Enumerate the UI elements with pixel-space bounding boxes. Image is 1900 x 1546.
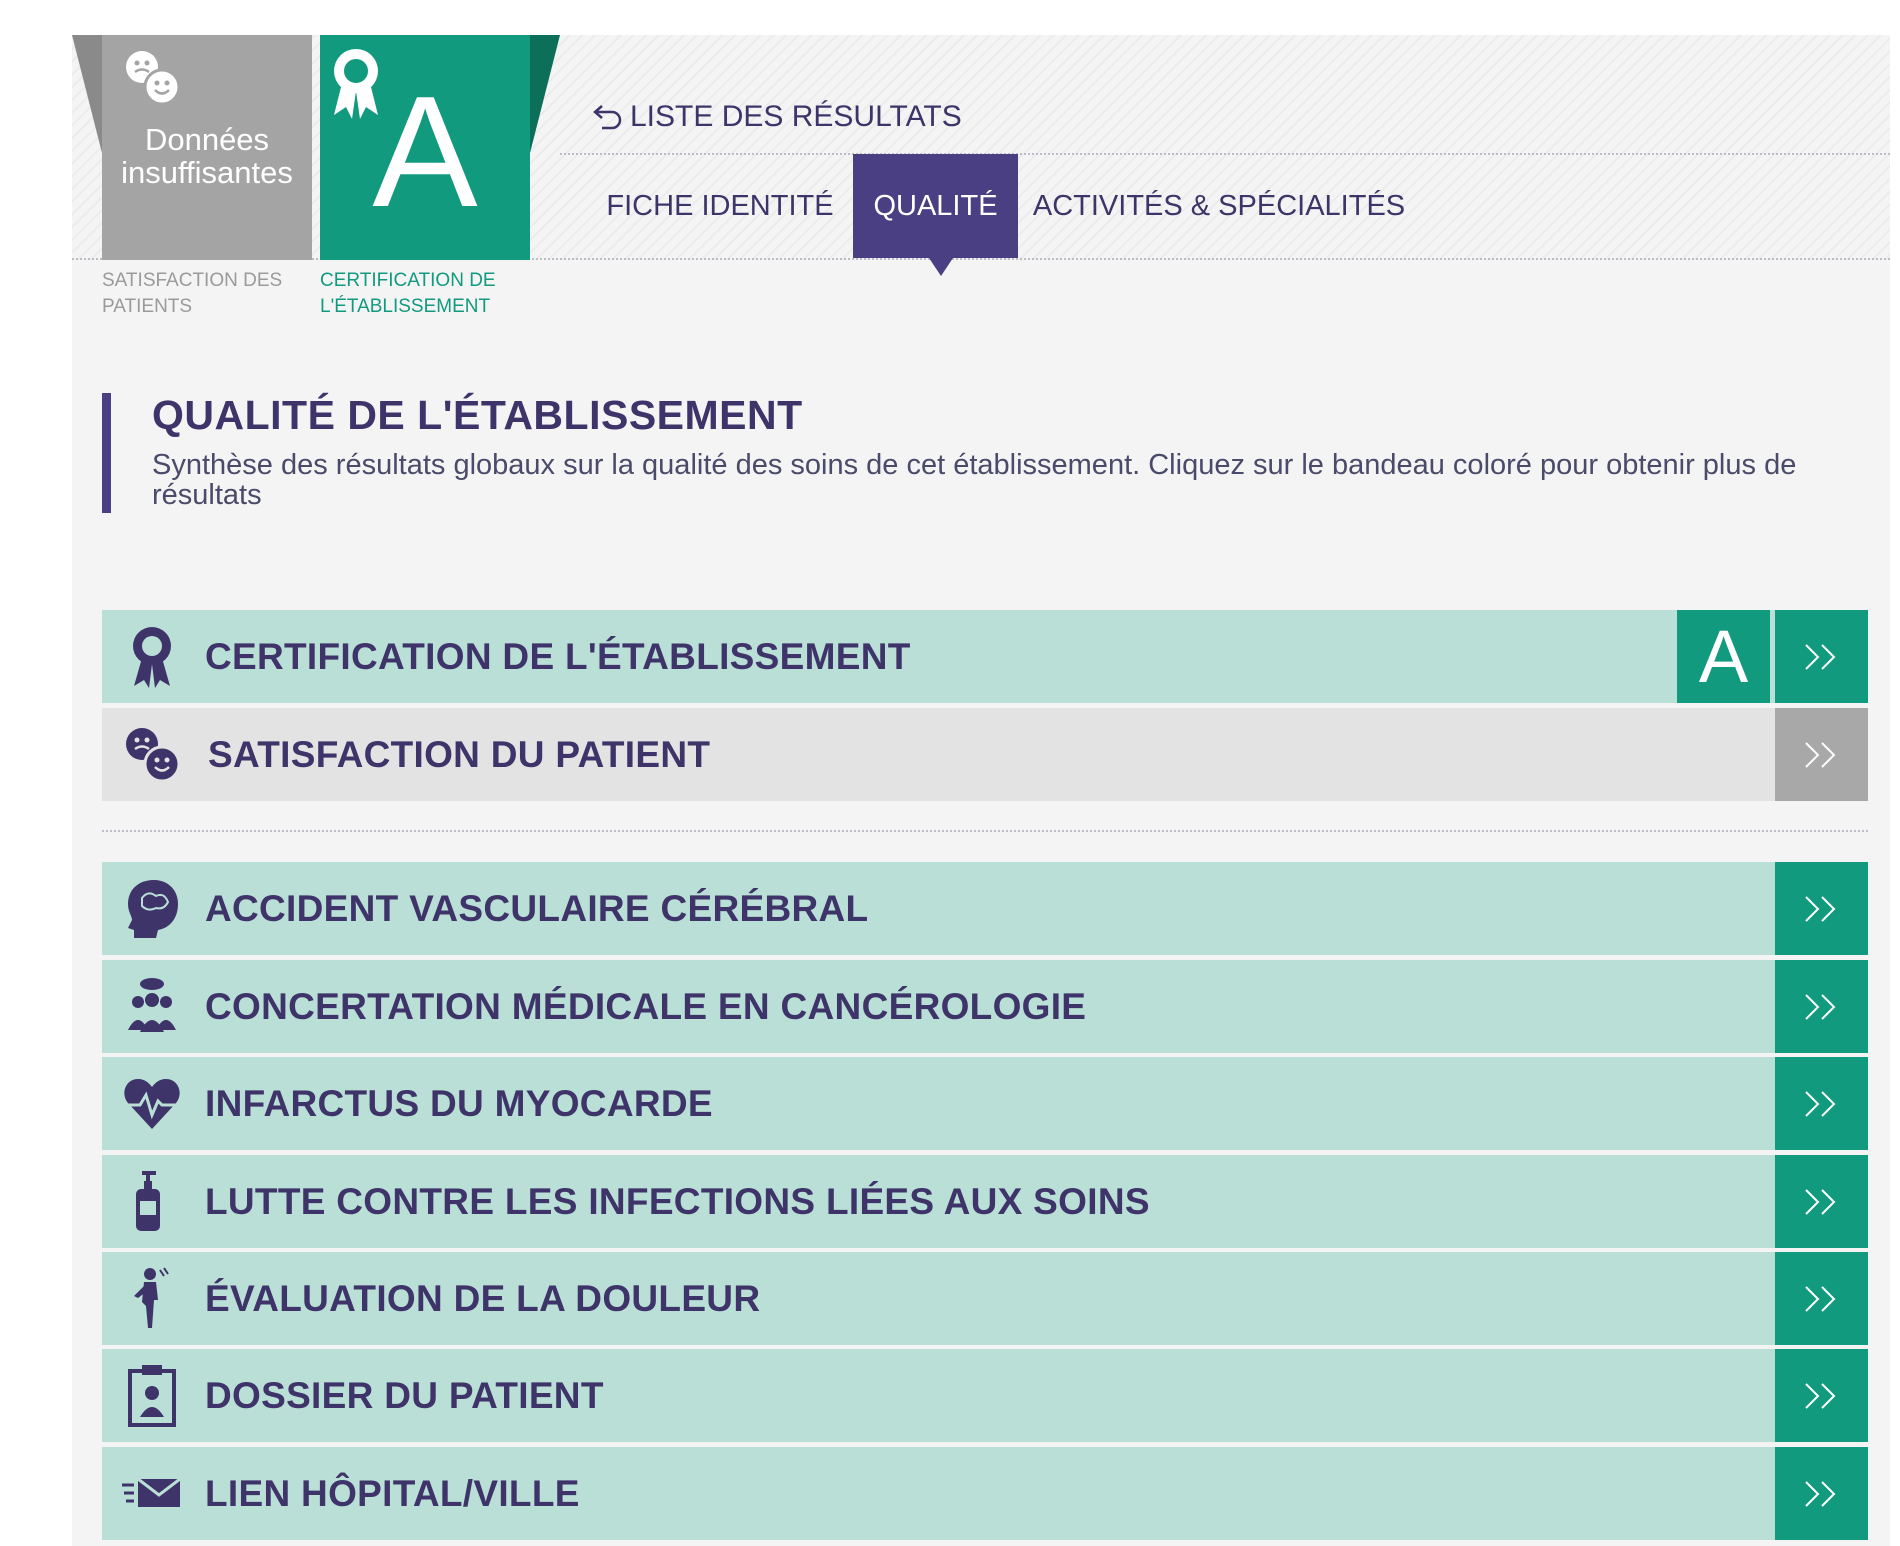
badge-status: Données insuffisantes xyxy=(121,122,293,190)
double-chevron-right-icon[interactable] xyxy=(1775,1349,1868,1442)
ribbon-fold xyxy=(530,35,560,153)
row-cancerologie[interactable]: CONCERTATION MÉDICALE EN CANCÉROLOGIE xyxy=(102,960,1868,1053)
row-avc[interactable]: ACCIDENT VASCULAIRE CÉRÉBRAL xyxy=(102,862,1868,955)
row-label: CONCERTATION MÉDICALE EN CANCÉROLOGIE xyxy=(205,986,1087,1027)
certification-badge[interactable]: A xyxy=(320,35,530,260)
tab-fiche-identite[interactable]: FICHE IDENTITÉ xyxy=(595,154,845,258)
double-chevron-right-icon[interactable] xyxy=(1775,862,1868,955)
row-label: DOSSIER DU PATIENT xyxy=(205,1375,604,1416)
row-dossier-patient[interactable]: DOSSIER DU PATIENT xyxy=(102,1349,1868,1442)
tab-activites-specialites[interactable]: ACTIVITÉS & SPÉCIALITÉS xyxy=(1030,154,1408,258)
satisfaction-badge[interactable]: Données insuffisantes xyxy=(102,35,312,260)
divider xyxy=(102,830,1868,832)
double-chevron-right-icon[interactable] xyxy=(1775,1057,1868,1150)
section-accent-bar xyxy=(102,393,111,513)
row-infections[interactable]: LUTTE CONTRE LES INFECTIONS LIÉES AUX SO… xyxy=(102,1155,1868,1248)
row-lien-hopital-ville[interactable]: LIEN HÔPITAL/VILLE xyxy=(102,1447,1868,1540)
row-certification[interactable]: CERTIFICATION DE L'ÉTABLISSEMENT A xyxy=(102,610,1868,703)
patient-file-icon xyxy=(120,1363,184,1427)
back-to-results-link[interactable]: LISTE DES RÉSULTATS xyxy=(592,98,962,136)
row-label: ÉVALUATION DE LA DOULEUR xyxy=(205,1278,761,1319)
certification-grade-badge: A xyxy=(1677,610,1770,703)
ribbon-fold xyxy=(72,35,102,153)
row-satisfaction[interactable]: SATISFACTION DU PATIENT xyxy=(102,708,1868,801)
row-label: CERTIFICATION DE L'ÉTABLISSEMENT xyxy=(205,636,911,677)
smileys-icon xyxy=(120,45,184,114)
row-label: SATISFACTION DU PATIENT xyxy=(208,734,711,775)
active-tab-pointer xyxy=(929,258,953,276)
row-label: LUTTE CONTRE LES INFECTIONS LIÉES AUX SO… xyxy=(205,1181,1150,1222)
row-label: INFARCTUS DU MYOCARDE xyxy=(205,1083,713,1124)
medical-team-icon xyxy=(120,974,184,1038)
section-title: QUALITÉ DE L'ÉTABLISSEMENT xyxy=(152,392,803,438)
double-chevron-right-icon[interactable] xyxy=(1775,1252,1868,1345)
back-link-label: LISTE DES RÉSULTATS xyxy=(630,100,962,133)
certification-caption: CERTIFICATION DE L'ÉTABLISSEMENT xyxy=(320,270,496,317)
section-description: Synthèse des résultats globaux sur la qu… xyxy=(152,449,1797,511)
fast-mail-icon xyxy=(120,1461,184,1525)
row-label: LIEN HÔPITAL/VILLE xyxy=(205,1473,580,1514)
tab-qualite[interactable]: QUALITÉ xyxy=(853,154,1018,258)
smileys-icon xyxy=(120,722,184,786)
brain-head-icon xyxy=(120,876,184,940)
sanitizer-bottle-icon xyxy=(120,1169,184,1233)
double-chevron-right-icon[interactable] xyxy=(1775,960,1868,1053)
row-infarctus[interactable]: INFARCTUS DU MYOCARDE xyxy=(102,1057,1868,1150)
award-ribbon-icon xyxy=(120,624,184,688)
pain-figure-icon xyxy=(120,1266,184,1330)
double-chevron-right-icon[interactable] xyxy=(1775,1447,1868,1540)
row-douleur[interactable]: ÉVALUATION DE LA DOULEUR xyxy=(102,1252,1868,1345)
row-label: ACCIDENT VASCULAIRE CÉRÉBRAL xyxy=(205,888,869,929)
double-chevron-right-icon[interactable] xyxy=(1775,1155,1868,1248)
satisfaction-caption: SATISFACTION DES PATIENTS xyxy=(102,270,283,317)
double-chevron-right-icon[interactable] xyxy=(1775,708,1868,801)
double-chevron-right-icon[interactable] xyxy=(1775,610,1868,703)
undo-arrow-icon xyxy=(593,105,622,130)
certification-grade: A xyxy=(372,64,478,240)
heart-pulse-icon xyxy=(120,1071,184,1135)
